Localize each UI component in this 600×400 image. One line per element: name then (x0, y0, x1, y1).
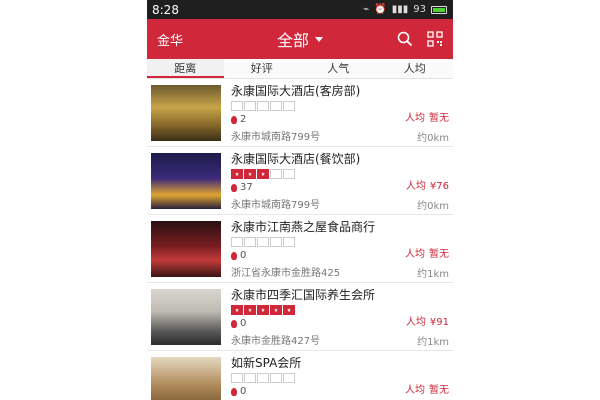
star-icon (231, 237, 243, 247)
merchant-thumbnail (151, 221, 221, 277)
merchant-name: 永康国际大酒店(客房部) (231, 84, 361, 98)
chevron-down-icon (315, 36, 323, 42)
tab-avg-price[interactable]: 人均 (377, 59, 454, 78)
count-value: 0 (240, 318, 247, 329)
star-icon (283, 237, 295, 247)
star-icon (283, 101, 295, 111)
city-selector[interactable]: 金华 (157, 30, 217, 49)
average-price: 人均 暂无 (405, 109, 449, 124)
merchant-info: 如新SPA会所 0 人均 暂无 (231, 356, 449, 400)
merchant-list: 永康国际大酒店(客房部) 2 永康市城南路799号 人均 暂无 约0km 永康国际大酒店(餐… (147, 79, 453, 400)
distance: 约1km (417, 337, 449, 348)
star-icon (257, 373, 269, 383)
count-value: 37 (240, 182, 253, 193)
flame-icon (231, 115, 237, 124)
list-item[interactable]: 永康市四季汇国际养生会所 0 永康市金胜路427号 人均 ¥91 约1km (147, 283, 453, 351)
price-value: ¥76 (429, 181, 449, 192)
star-icon (244, 237, 256, 247)
tab-popularity[interactable]: 人气 (300, 59, 377, 78)
qr-code-icon[interactable] (427, 31, 443, 47)
merchant-thumbnail (151, 357, 221, 400)
category-dropdown[interactable]: 全部 (277, 27, 323, 51)
star-icon (283, 373, 295, 383)
star-icon (270, 169, 282, 179)
star-icon (283, 169, 295, 179)
distance: 约1km (417, 269, 449, 280)
header-actions (383, 31, 443, 47)
star-icon (244, 101, 256, 111)
price-label: 人均 (405, 317, 426, 328)
price-value: 暂无 (429, 249, 449, 260)
star-icon (231, 169, 243, 179)
price-label: 人均 (405, 113, 425, 124)
merchant-thumbnail (151, 85, 221, 141)
price-value: ¥91 (429, 317, 449, 328)
list-item[interactable]: 永康国际大酒店(餐饮部) 37 永康市城南路799号 人均 ¥76 约0km (147, 147, 453, 215)
merchant-thumbnail (151, 153, 221, 209)
distance: 约0km (417, 201, 449, 212)
merchant-name: 如新SPA会所 (231, 356, 302, 370)
average-price: 人均 ¥76 (406, 177, 449, 192)
count-value: 0 (240, 386, 247, 397)
price-value: 暂无 (429, 113, 449, 124)
price-label: 人均 (405, 249, 425, 260)
signal-icon: ▮▮▮ (391, 4, 409, 15)
list-item[interactable]: 永康国际大酒店(客房部) 2 永康市城南路799号 人均 暂无 约0km (147, 79, 453, 147)
flame-icon (231, 387, 237, 396)
price-label: 人均 (405, 181, 426, 192)
merchant-name: 永康市江南燕之屋食品商行 (231, 220, 376, 234)
average-price: 人均 ¥91 (406, 313, 449, 328)
star-icon (231, 101, 243, 111)
search-icon[interactable] (397, 31, 413, 47)
star-icon (257, 237, 269, 247)
tab-distance[interactable]: 距离 (147, 59, 224, 78)
merchant-info: 永康国际大酒店(餐饮部) 37 永康市城南路799号 人均 ¥76 约0km (231, 152, 449, 214)
flame-icon (231, 251, 237, 260)
usb-icon: ⌁ (363, 4, 370, 15)
flame-icon (231, 319, 237, 328)
star-icon (270, 237, 282, 247)
star-icon (257, 169, 269, 179)
tab-rating[interactable]: 好评 (224, 59, 301, 78)
average-price: 人均 暂无 (405, 245, 449, 260)
phone-screen: 8:28 ⌁ ⏰ ▮▮▮ 93 金华 全部 距离 好评 人气 人均 永康国际大酒… (147, 0, 453, 400)
flame-icon (231, 183, 237, 192)
count-value: 0 (240, 250, 247, 261)
star-icon (257, 305, 269, 315)
star-icon (270, 373, 282, 383)
status-bar: 8:28 ⌁ ⏰ ▮▮▮ 93 (147, 0, 453, 19)
battery-icon (431, 5, 447, 14)
star-icon (244, 373, 256, 383)
star-icon (283, 305, 295, 315)
battery-level: 93 (413, 4, 426, 15)
star-icon (231, 305, 243, 315)
distance: 约0km (417, 133, 449, 144)
app-header: 金华 全部 (147, 19, 453, 59)
star-icon (270, 305, 282, 315)
star-icon (257, 101, 269, 111)
star-icon (270, 101, 282, 111)
list-item[interactable]: 如新SPA会所 0 人均 暂无 (147, 351, 453, 400)
star-icon (244, 169, 256, 179)
count-value: 2 (240, 114, 247, 125)
category-title: 全部 (276, 31, 309, 50)
merchant-name: 永康国际大酒店(餐饮部) (231, 152, 361, 166)
merchant-thumbnail (151, 289, 221, 345)
status-icons: ⌁ ⏰ ▮▮▮ 93 (363, 4, 447, 15)
merchant-info: 永康市江南燕之屋食品商行 0 浙江省永康市金胜路425 人均 暂无 约1km (231, 220, 449, 282)
merchant-name: 永康市四季汇国际养生会所 (231, 288, 376, 302)
status-time: 8:28 (152, 2, 179, 17)
merchant-info: 永康市四季汇国际养生会所 0 永康市金胜路427号 人均 ¥91 约1km (231, 288, 449, 350)
star-icon (231, 373, 243, 383)
price-value: 暂无 (429, 385, 449, 396)
average-price: 人均 暂无 (405, 381, 449, 396)
price-label: 人均 (405, 385, 425, 396)
merchant-info: 永康国际大酒店(客房部) 2 永康市城南路799号 人均 暂无 约0km (231, 84, 449, 146)
sort-tabs: 距离 好评 人气 人均 (147, 59, 453, 79)
list-item[interactable]: 永康市江南燕之屋食品商行 0 浙江省永康市金胜路425 人均 暂无 约1km (147, 215, 453, 283)
alarm-icon: ⏰ (374, 4, 387, 15)
star-icon (244, 305, 256, 315)
